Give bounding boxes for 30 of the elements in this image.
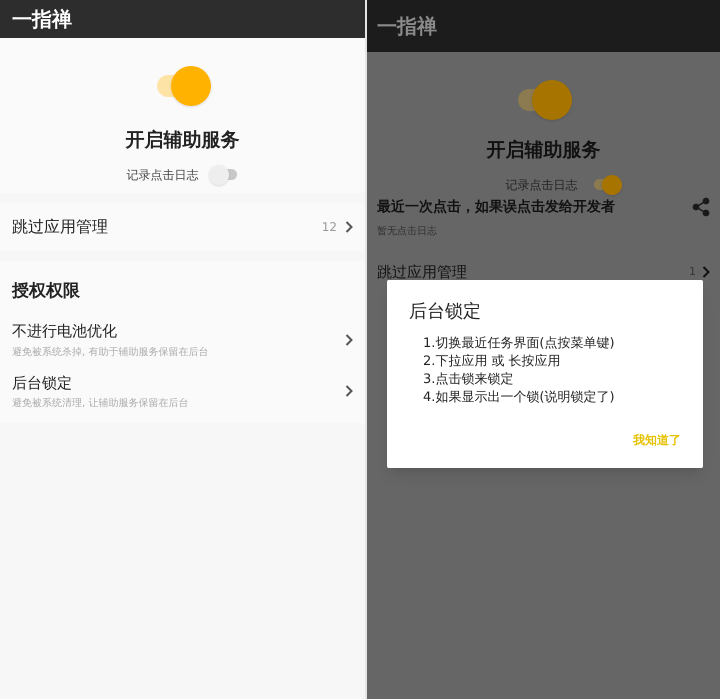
- list-row[interactable]: 后台锁定 避免被系统清理, 让辅助服务保留在后台: [12, 366, 353, 417]
- app-title: 一指禅: [12, 6, 72, 33]
- item-subtitle: 避免被系统清理, 让辅助服务保留在后台: [12, 396, 190, 411]
- section-header: 授权权限: [12, 280, 81, 302]
- chevron-right-icon: [345, 385, 353, 398]
- item-title: 后台锁定: [12, 372, 73, 394]
- dialog-title: 后台锁定: [409, 300, 482, 324]
- service-title: 开启辅助服务: [126, 128, 240, 153]
- recent-click-title: 最近一次点击，如果误点击发给开发者: [377, 198, 616, 216]
- chevron-right-icon: [345, 220, 353, 232]
- log-label: 记录点击日志: [126, 166, 198, 184]
- step-text: 4.如果显示出一个锁(说明锁定了): [423, 389, 616, 407]
- toggle-switch[interactable]: [592, 174, 622, 194]
- service-title: 开启辅助服务: [486, 138, 600, 163]
- step-text: 3.点击锁来锁定: [423, 371, 514, 389]
- list-row[interactable]: 不进行电池优化 避免被系统杀掉, 有助于辅助服务保留在后台: [12, 314, 353, 366]
- main-switch[interactable]: [154, 66, 210, 106]
- app-title: 一指禅: [377, 13, 437, 40]
- step-text: 2.下拉应用 或 长按应用: [423, 353, 562, 371]
- chevron-right-icon: [702, 266, 710, 278]
- share-icon[interactable]: [692, 197, 710, 217]
- count-label: 12: [322, 218, 337, 236]
- step-text: 1.切换最近任务界面(点按菜单键): [423, 335, 616, 353]
- item-subtitle: 避免被系统杀掉, 有助于辅助服务保留在后台: [12, 346, 210, 360]
- item-title: 不进行电池优化: [12, 321, 118, 342]
- empty-log-text: 暂无点击日志: [376, 224, 438, 238]
- main-switch[interactable]: [516, 80, 572, 120]
- toggle-switch[interactable]: [208, 164, 238, 184]
- log-label: 记录点击日志: [506, 176, 578, 194]
- chevron-right-icon: [345, 334, 353, 346]
